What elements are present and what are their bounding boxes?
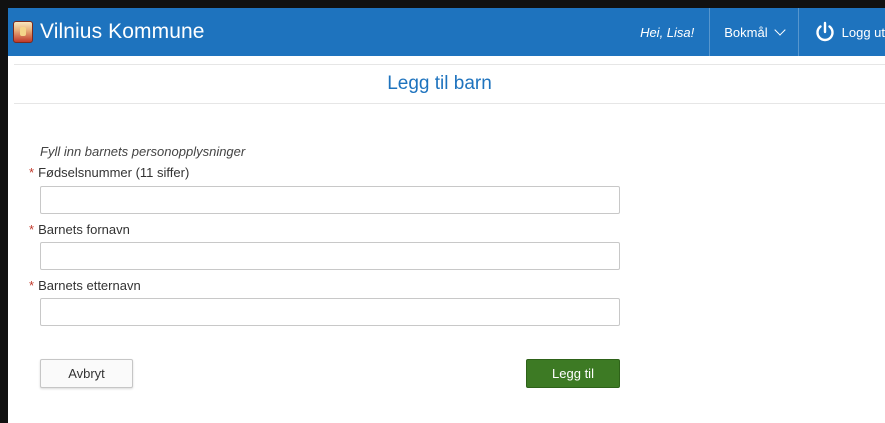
logout-label: Logg ut <box>841 24 885 40</box>
logout-button[interactable]: Logg ut <box>799 8 885 56</box>
page-header: Legg til barn <box>14 64 885 104</box>
user-greeting: Hei, Lisa! <box>640 24 695 40</box>
first-name-label: * Barnets fornavn <box>29 222 130 237</box>
add-child-button[interactable]: Legg til <box>526 359 620 388</box>
birth-number-input[interactable] <box>40 186 620 214</box>
required-marker: * <box>29 165 35 180</box>
required-marker: * <box>29 222 35 237</box>
coat-of-arms-icon <box>13 21 33 43</box>
form-intro: Fyll inn barnets personopplysninger <box>40 144 246 159</box>
power-icon <box>815 21 834 42</box>
top-navigation-bar: Vilnius Kommune Hei, Lisa! Bokmål Logg u… <box>8 8 885 56</box>
language-selector[interactable]: Bokmål <box>710 8 797 56</box>
birth-number-label: * Fødselsnummer (11 siffer) <box>29 165 190 180</box>
required-marker: * <box>29 278 35 293</box>
chevron-down-icon <box>773 24 786 36</box>
window-border-top <box>0 0 885 8</box>
page-title: Legg til barn <box>387 73 492 94</box>
language-label: Bokmål <box>724 24 768 40</box>
window-border-left <box>0 0 8 423</box>
cancel-button[interactable]: Avbryt <box>40 359 133 388</box>
brand[interactable]: Vilnius Kommune <box>8 8 205 56</box>
last-name-input[interactable] <box>40 298 620 326</box>
brand-name: Vilnius Kommune <box>40 20 205 43</box>
first-name-input[interactable] <box>40 242 620 270</box>
last-name-label: * Barnets etternavn <box>29 278 141 293</box>
